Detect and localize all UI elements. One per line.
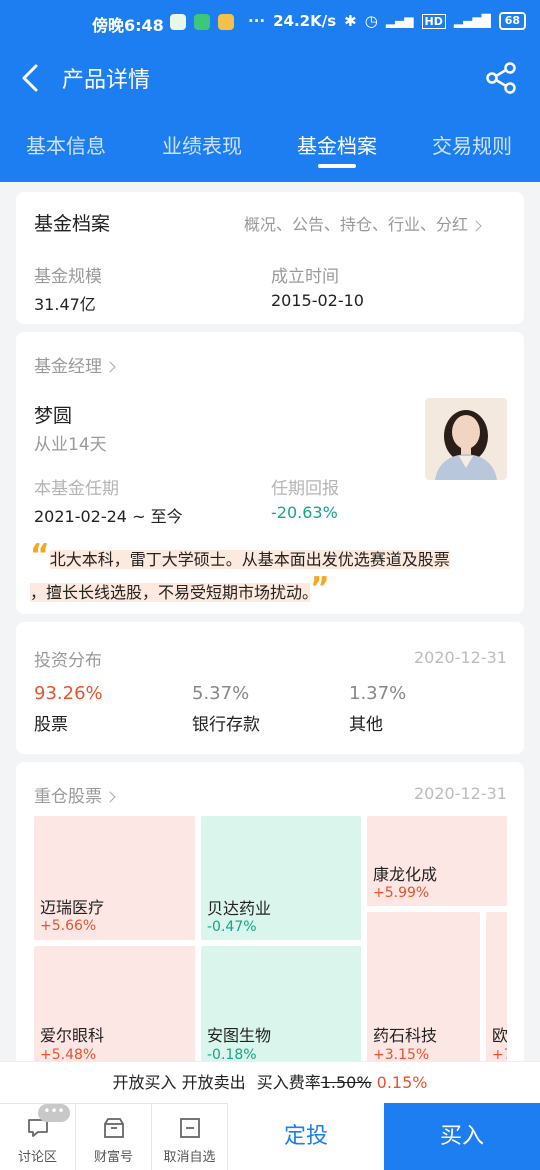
open-sell-status: 开放卖出 [181, 1073, 246, 1092]
archive-links-text: 概况、公告、持仓、行业、分红 [244, 215, 469, 234]
holding-change: -0.47% [207, 919, 257, 935]
allocation-date: 2020-12-31 [414, 648, 507, 667]
signal-3g-icon: ▂▄▆ [385, 14, 414, 28]
holding-tile-beida[interactable]: 贝达药业 -0.47% [201, 816, 361, 940]
holding-change: +7 [492, 1047, 507, 1061]
tenure-label: 本基金任期 [34, 479, 119, 499]
shield-icon [194, 14, 210, 30]
holding-change: +3.15% [373, 1047, 430, 1061]
holdings-treemap: 迈瑞医疗 +5.66% 贝达药业 -0.47% 康龙化成 +5.99% 爱尔眼科… [34, 816, 507, 1061]
buy-button[interactable]: 买入 [384, 1103, 540, 1170]
holding-name: 欧 [492, 1026, 507, 1045]
tab-trade-rules[interactable]: 交易规则 [432, 130, 512, 159]
holding-name: 迈瑞医疗 [40, 898, 105, 917]
box-icon [104, 1118, 124, 1138]
status-bar: 傍晚6:48 ··· 24.2K/s ✱ ◷ ▂▄▆ HD ▂▄▆█ 68 [0, 0, 540, 46]
tab-basic-info[interactable]: 基本信息 [26, 130, 106, 159]
back-button[interactable] [14, 60, 50, 96]
tenure-return-value: -20.63% [271, 503, 338, 522]
holding-change: +5.99% [373, 885, 430, 901]
more-dots-icon: ··· [248, 12, 266, 30]
holding-change: +5.48% [40, 1047, 97, 1061]
manager-section-link[interactable]: 基金经理 [34, 352, 116, 377]
holding-change: -0.18% [207, 1047, 257, 1061]
holding-tile-aier[interactable]: 爱尔眼科 +5.48% [34, 946, 195, 1061]
fee-label: 买入费率 [256, 1073, 321, 1092]
bluetooth-icon: ✱ [344, 12, 357, 30]
active-tab-indicator [318, 164, 356, 168]
fee-original: 1.50% [320, 1073, 372, 1092]
manager-experience: 从业14天 [34, 435, 107, 455]
signal-4g-icon: ▂▄▆█ [453, 14, 491, 28]
tab-performance[interactable]: 业绩表现 [162, 130, 242, 159]
discuss-label: 讨论区 [17, 1150, 57, 1165]
back-arrow-icon [22, 64, 38, 92]
manager-avatar[interactable] [425, 398, 507, 480]
wechat-icon [170, 14, 186, 30]
fund-scale-value: 31.47亿 [34, 295, 96, 314]
tab-bar: 基本信息 业绩表现 基金档案 交易规则 [0, 110, 540, 182]
battery-icon: 68 [498, 12, 527, 30]
fund-scale-label: 基金规模 [34, 267, 102, 287]
holding-tile-yaoshi[interactable]: 药石科技 +3.15% [367, 912, 480, 1061]
minus-square-icon [180, 1118, 200, 1138]
archive-title: 基金档案 [34, 213, 111, 235]
holding-tile-kanglong[interactable]: 康龙化成 +5.99% [367, 816, 507, 906]
fortune-label: 财富号 [93, 1150, 133, 1165]
manager-quote-line1: 北大本科，雷丁大学硕士。从基本面出发优选赛道及股票 [49, 550, 450, 569]
chevron-right-icon [104, 791, 116, 803]
more-badge: ••• [38, 1104, 70, 1122]
status-time: 傍晚6:48 [92, 16, 164, 35]
tenure-value: 2021-02-24 ~ 至今 [34, 507, 183, 526]
fee-discount: 0.15% [376, 1073, 428, 1092]
holding-name: 安图生物 [207, 1026, 272, 1045]
allocation-other-label: 其他 [349, 715, 383, 735]
unfollow-label: 取消自选 [163, 1150, 216, 1165]
network-speed: 24.2K/s [273, 12, 337, 30]
manager-section-label: 基金经理 [34, 357, 102, 377]
manager-name[interactable]: 梦圆 [34, 401, 72, 428]
holding-tile-antu[interactable]: 安图生物 -0.18% [201, 946, 361, 1061]
auto-invest-button[interactable]: 定投 [228, 1103, 384, 1170]
holding-tile-mairui[interactable]: 迈瑞医疗 +5.66% [34, 816, 195, 940]
found-date-value: 2015-02-10 [271, 291, 364, 310]
alarm-icon: ◷ [364, 12, 378, 30]
open-buy-status: 开放买入 [112, 1073, 177, 1092]
quote-open-icon: “ [30, 538, 50, 573]
hd-icon: HD [421, 13, 446, 29]
chevron-right-icon [104, 361, 116, 373]
allocation-deposit-label: 银行存款 [192, 715, 260, 735]
quote-close-icon: ” [310, 571, 330, 606]
holding-name: 贝达药业 [207, 899, 272, 918]
allocation-stock-value: 93.26% [34, 683, 103, 704]
holding-name: 药石科技 [373, 1026, 438, 1045]
message-icon [218, 14, 234, 30]
share-icon [486, 62, 516, 94]
archive-links[interactable]: 概况、公告、持仓、行业、分红 [244, 211, 482, 235]
fee-bar: 开放买入 开放卖出 买入费率1.50% 0.15% [0, 1061, 540, 1103]
holding-name: 爱尔眼科 [40, 1026, 105, 1045]
tenure-return-label: 任期回报 [271, 479, 339, 499]
holding-change: +5.66% [40, 918, 97, 934]
holdings-date: 2020-12-31 [414, 784, 507, 803]
allocation-title: 投资分布 [34, 651, 102, 671]
holdings-link[interactable]: 重仓股票 [34, 782, 116, 807]
chevron-right-icon [470, 219, 482, 232]
found-date-label: 成立时间 [271, 267, 339, 287]
share-button[interactable] [484, 60, 520, 96]
page-title: 产品详情 [62, 68, 151, 93]
holdings-title: 重仓股票 [34, 787, 102, 807]
allocation-other-value: 1.37% [349, 683, 407, 704]
allocation-deposit-value: 5.37% [192, 683, 250, 704]
holding-tile-partial[interactable]: 欧 +7 [486, 912, 507, 1061]
holding-name: 康龙化成 [373, 865, 438, 884]
fortune-button[interactable]: 财富号 [76, 1104, 152, 1170]
app-bar: 产品详情 [0, 46, 540, 110]
manager-quote-line2: ，擅长长线选股，不易受短期市场扰动。 [30, 583, 311, 602]
allocation-stock-label: 股票 [34, 715, 68, 735]
manager-quote: “北大本科，雷丁大学硕士。从基本面出发优选赛道及股票 ，擅长长线选股，不易受短期… [30, 541, 510, 607]
tab-fund-archive[interactable]: 基金档案 [297, 130, 377, 159]
unfollow-button[interactable]: 取消自选 [152, 1104, 228, 1170]
